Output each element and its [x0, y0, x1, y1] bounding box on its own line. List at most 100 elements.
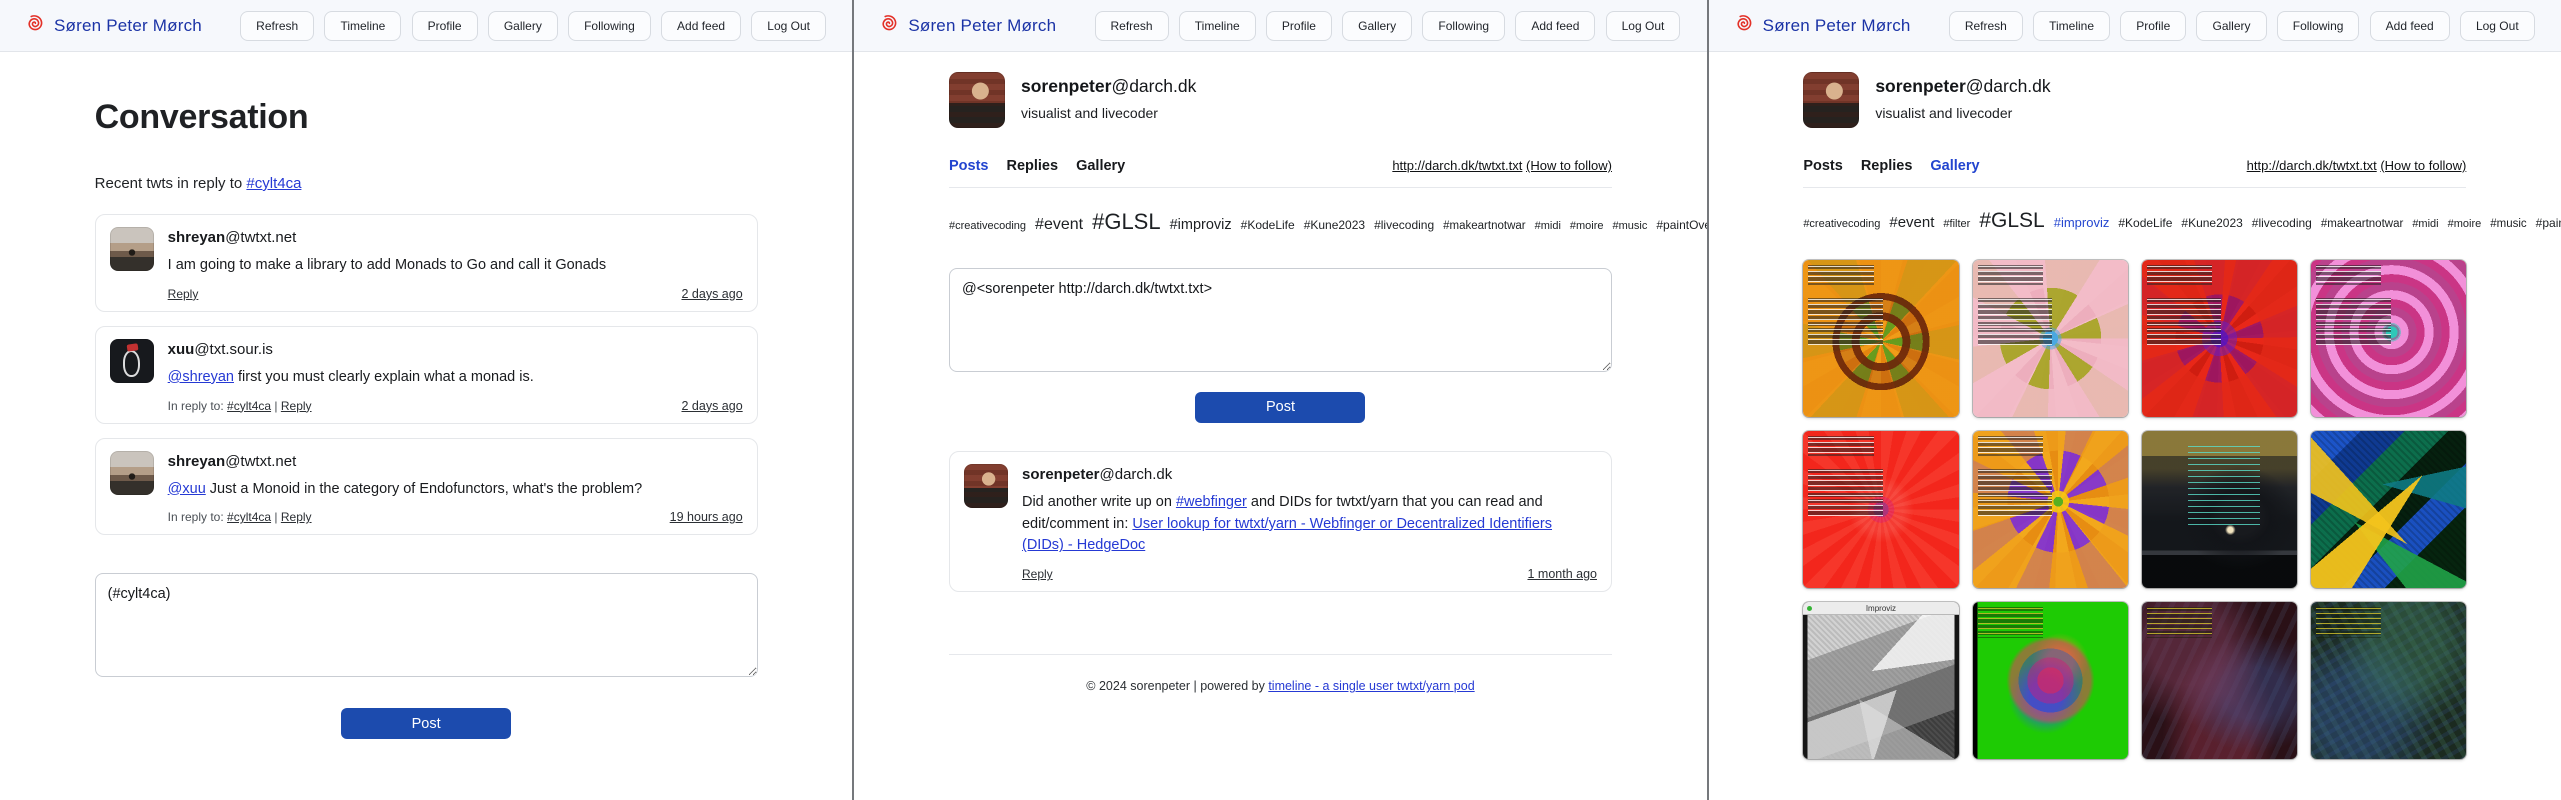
nav-button-refresh[interactable]: Refresh	[1949, 11, 2023, 41]
divider	[949, 187, 1612, 188]
tag-improviz[interactable]: #improviz	[1170, 217, 1232, 233]
tag-paintover[interactable]: #paintOver	[2536, 216, 2561, 230]
mention-composer-textarea[interactable]: @<sorenpeter http://darch.dk/twtxt.txt>	[949, 268, 1612, 372]
tag-kune2023[interactable]: #Kune2023	[1304, 218, 1365, 232]
post-link[interactable]: @shreyan	[168, 369, 234, 385]
nav-button-refresh[interactable]: Refresh	[1095, 11, 1169, 41]
tab-replies[interactable]: Replies	[1861, 158, 1913, 174]
post-button[interactable]: Post	[1195, 392, 1365, 423]
code-overlay	[1978, 469, 2053, 516]
gallery-image-mesh-dark-maroon[interactable]	[2142, 602, 2297, 759]
feed-url-link[interactable]: http://darch.dk/twtxt.txt	[1392, 158, 1522, 173]
in-reply-to-link[interactable]: #cylt4ca	[227, 510, 271, 524]
nav-button-gallery[interactable]: Gallery	[1342, 11, 1412, 41]
tab-posts[interactable]: Posts	[1803, 158, 1843, 174]
tag-midi[interactable]: #midi	[1535, 220, 1561, 232]
brand: Søren Peter Mørch	[1733, 12, 1911, 39]
reply-link[interactable]: Reply	[281, 399, 312, 413]
tag-kodelife[interactable]: #KodeLife	[1241, 218, 1295, 232]
how-to-follow-link[interactable]: (How to follow)	[1526, 158, 1612, 173]
twt-footer: Reply 1 month ago	[1022, 567, 1597, 581]
gallery-image-kaleidoscope-red-purple[interactable]	[2142, 260, 2297, 417]
nav-button-log-out[interactable]: Log Out	[751, 11, 826, 41]
tag-kodelife[interactable]: #KodeLife	[2118, 216, 2172, 230]
site-title-link[interactable]: Søren Peter Mørch	[1763, 16, 1911, 36]
site-title-link[interactable]: Søren Peter Mørch	[908, 16, 1056, 36]
reply-composer-textarea[interactable]: (#cylt4ca)	[95, 573, 758, 677]
nav-button-add-feed[interactable]: Add feed	[2370, 11, 2450, 41]
post-button[interactable]: Post	[341, 708, 511, 739]
tag-improviz[interactable]: #improviz	[2054, 215, 2110, 230]
nav-button-refresh[interactable]: Refresh	[240, 11, 314, 41]
timestamp-link[interactable]: 2 days ago	[681, 399, 742, 413]
tag-event[interactable]: #event	[1889, 214, 1934, 231]
timeline-pod-link[interactable]: timeline - a single user twtxt/yarn pod	[1268, 679, 1474, 693]
tag-filter[interactable]: #filter	[1943, 218, 1970, 230]
tag-makeartnotwar[interactable]: #makeartnotwar	[1443, 220, 1525, 232]
gallery-image-kaleidoscope-magenta-rings[interactable]	[2311, 260, 2466, 417]
tag-music[interactable]: #music	[1613, 220, 1648, 232]
tag-event[interactable]: #event	[1035, 216, 1083, 233]
post-text: I am going to make a library to add Mona…	[168, 257, 606, 273]
avatar-xuu	[110, 339, 154, 383]
tab-posts[interactable]: Posts	[949, 158, 989, 174]
header-nav: Refresh Timeline Profile Gallery Following Ad…	[1939, 11, 2545, 41]
nav-button-log-out[interactable]: Log Out	[2460, 11, 2535, 41]
nav-button-profile[interactable]: Profile	[1266, 11, 1332, 41]
feed-url-link[interactable]: http://darch.dk/twtxt.txt	[2247, 158, 2377, 173]
site-title-link[interactable]: Søren Peter Mørch	[54, 16, 202, 36]
nav-button-following[interactable]: Following	[2277, 11, 2360, 41]
gallery-image-grayscale-polygons-improviz[interactable]: Improviz	[1803, 602, 1958, 759]
tag-glsl[interactable]: #GLSL	[1979, 209, 2044, 232]
nav-button-timeline[interactable]: Timeline	[1179, 11, 1256, 41]
gallery-image-livecoding-performance-photo[interactable]	[2142, 431, 2297, 588]
gallery-image-radial-red[interactable]	[1803, 431, 1958, 588]
tab-replies[interactable]: Replies	[1006, 158, 1058, 174]
in-reply-to-link[interactable]: #cylt4ca	[227, 399, 271, 413]
nav-button-add-feed[interactable]: Add feed	[1515, 11, 1595, 41]
gallery-image-kaleidoscope-pink-olive[interactable]	[1973, 260, 2128, 417]
twt-author: xuu@txt.sour.is	[168, 341, 743, 358]
nav-button-timeline[interactable]: Timeline	[324, 11, 401, 41]
reply-link[interactable]: Reply	[281, 510, 312, 524]
gallery-image-wireframe-magenta-on-green[interactable]	[1973, 602, 2128, 759]
gallery-image-shards-blue-green-yellow[interactable]	[2311, 431, 2466, 588]
timestamp-link[interactable]: 19 hours ago	[670, 510, 743, 524]
tag-midi[interactable]: #midi	[2412, 218, 2438, 230]
tag-creativecoding[interactable]: #creativecoding	[949, 220, 1026, 232]
reply-link[interactable]: Reply	[1022, 567, 1053, 581]
tab-gallery[interactable]: Gallery	[1930, 158, 1979, 174]
post-link[interactable]: @xuu	[168, 481, 206, 497]
how-to-follow-link[interactable]: (How to follow)	[2380, 158, 2466, 173]
reply-link[interactable]: Reply	[168, 287, 199, 301]
gallery-image-mesh-dark-green[interactable]	[2311, 602, 2466, 759]
profile-tabs: Posts Replies Gallery http://darch.dk/twtx…	[949, 158, 1612, 174]
tag-moire[interactable]: #moire	[2448, 218, 2482, 230]
nav-button-gallery[interactable]: Gallery	[488, 11, 558, 41]
tag-paintover[interactable]: #paintOver	[1656, 218, 1706, 232]
tag-livecoding[interactable]: #livecoding	[1374, 218, 1434, 232]
gallery-image-kaleidoscope-orange-violet[interactable]	[1973, 431, 2128, 588]
timestamp-link[interactable]: 1 month ago	[1527, 567, 1597, 581]
tab-gallery[interactable]: Gallery	[1076, 158, 1125, 174]
nav-button-profile[interactable]: Profile	[412, 11, 478, 41]
tag-kune2023[interactable]: #Kune2023	[2181, 216, 2242, 230]
tag-creativecoding[interactable]: #creativecoding	[1803, 218, 1880, 230]
nav-button-profile[interactable]: Profile	[2120, 11, 2186, 41]
nav-button-gallery[interactable]: Gallery	[2196, 11, 2266, 41]
nav-button-timeline[interactable]: Timeline	[2033, 11, 2110, 41]
tag-music[interactable]: #music	[2490, 218, 2526, 230]
nav-button-add-feed[interactable]: Add feed	[661, 11, 741, 41]
thread-hash-link[interactable]: #cylt4ca	[246, 175, 301, 192]
gallery-image-kaleidoscope-orange-green[interactable]	[1803, 260, 1958, 417]
nav-button-log-out[interactable]: Log Out	[1606, 11, 1681, 41]
nav-button-following[interactable]: Following	[568, 11, 651, 41]
tag-moire[interactable]: #moire	[1570, 220, 1604, 232]
tag-livecoding[interactable]: #livecoding	[2252, 216, 2312, 230]
tag-makeartnotwar[interactable]: #makeartnotwar	[2321, 218, 2403, 230]
profile-username: sorenpeter	[1021, 76, 1111, 96]
post-link[interactable]: #webfinger	[1176, 494, 1247, 510]
timestamp-link[interactable]: 2 days ago	[681, 287, 742, 301]
tag-glsl[interactable]: #GLSL	[1092, 209, 1161, 234]
nav-button-following[interactable]: Following	[1422, 11, 1505, 41]
